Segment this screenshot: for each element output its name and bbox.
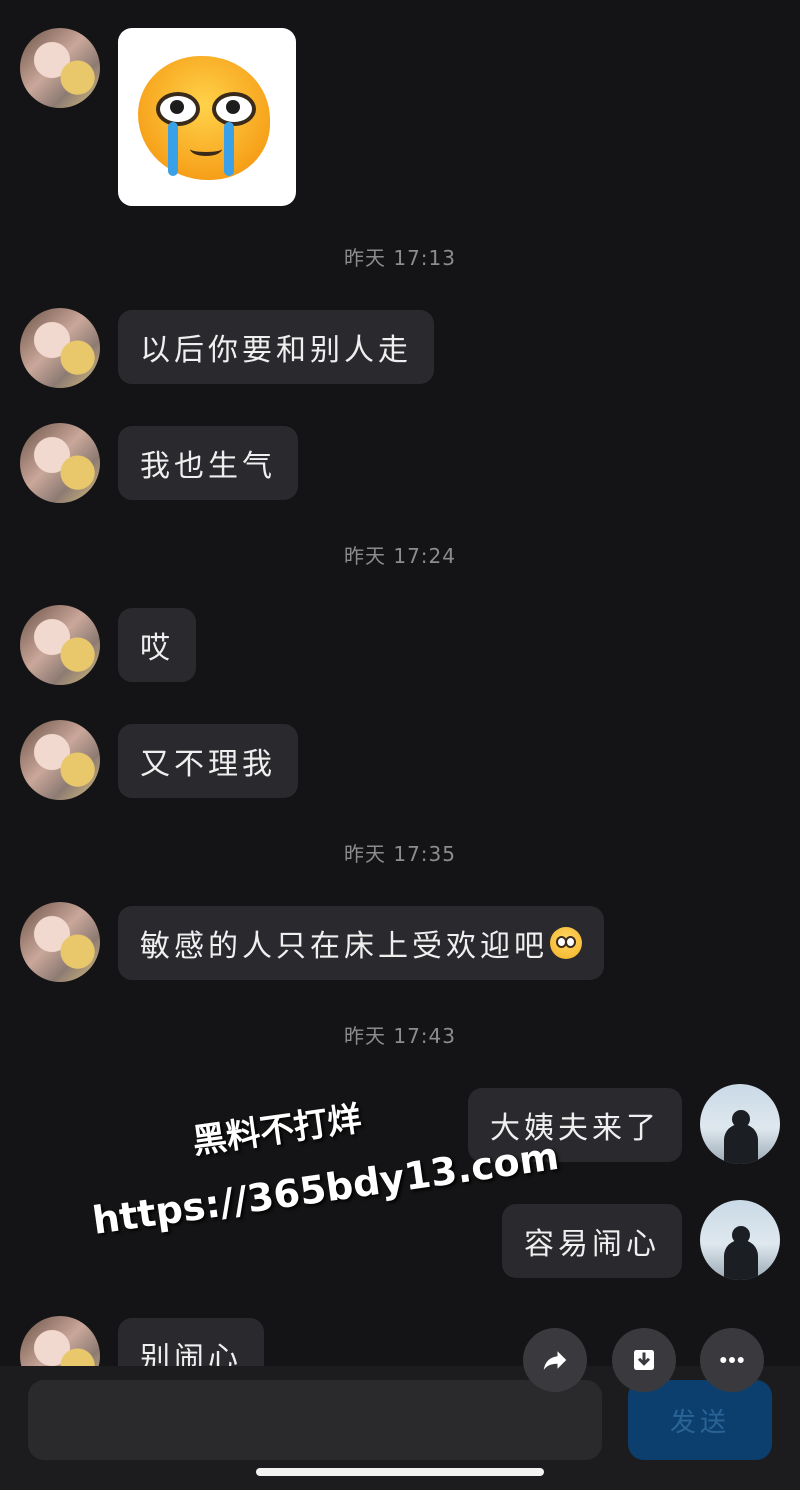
my-avatar[interactable] xyxy=(700,1084,780,1164)
share-arrow-icon xyxy=(543,1351,567,1370)
message-bubble[interactable]: 哎 xyxy=(118,608,196,682)
crying-face-icon xyxy=(138,56,270,180)
more-button[interactable] xyxy=(700,1328,764,1392)
message-bubble[interactable]: 又不理我 xyxy=(118,724,298,798)
composer-bar: 发送 xyxy=(0,1366,800,1490)
message-bubble[interactable]: 我也生气 xyxy=(118,426,298,500)
home-indicator[interactable] xyxy=(256,1468,544,1476)
timestamp: 昨天 17:35 xyxy=(344,842,456,866)
my-avatar[interactable] xyxy=(700,1200,780,1280)
contact-avatar[interactable] xyxy=(20,28,100,108)
message-bubble[interactable]: 容易闹心 xyxy=(502,1204,682,1278)
contact-avatar[interactable] xyxy=(20,308,100,388)
timestamp: 昨天 17:13 xyxy=(344,246,456,270)
message-bubble[interactable]: 敏感的人只在床上受欢迎吧 xyxy=(118,906,604,980)
send-button[interactable]: 发送 xyxy=(628,1380,772,1460)
watermark-url: https://365bdy13.com xyxy=(89,1133,562,1243)
contact-avatar[interactable] xyxy=(20,902,100,982)
download-button[interactable] xyxy=(612,1328,676,1392)
watermark-title: 黑料不打烊 xyxy=(190,1098,364,1163)
contact-avatar[interactable] xyxy=(20,423,100,503)
contact-avatar[interactable] xyxy=(20,720,100,800)
message-text: 敏感的人只在床上受欢迎吧 xyxy=(140,929,548,964)
frowning-face-icon xyxy=(550,927,582,959)
timestamp: 昨天 17:43 xyxy=(344,1024,456,1048)
timestamp: 昨天 17:24 xyxy=(344,544,456,568)
download-icon xyxy=(634,1350,654,1370)
message-input[interactable] xyxy=(28,1380,602,1460)
more-dots-icon xyxy=(720,1357,744,1363)
share-button[interactable] xyxy=(523,1328,587,1392)
chat-message-list[interactable]: 昨天 17:13 以后你要和别人走 我也生气 昨天 17:24 哎 又不理我 昨… xyxy=(0,0,800,1380)
crying-face-sticker[interactable] xyxy=(118,28,296,206)
message-bubble[interactable]: 以后你要和别人走 xyxy=(118,310,434,384)
contact-avatar[interactable] xyxy=(20,605,100,685)
watermark: 黑料不打烊 https://365bdy13.com xyxy=(80,1069,562,1269)
